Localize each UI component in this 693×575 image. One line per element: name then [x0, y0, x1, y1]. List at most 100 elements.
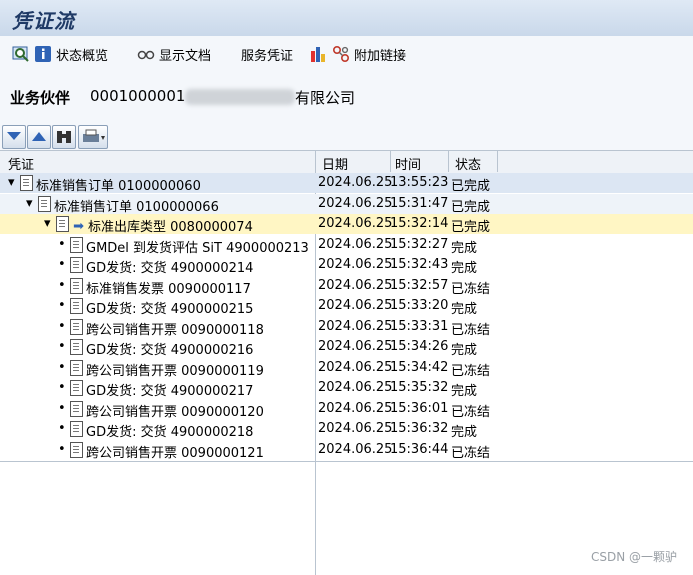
status-overview-icon: [12, 46, 29, 62]
row-date: 2024.06.25: [318, 339, 393, 354]
table-row[interactable]: ▾ 标准销售订单 0100000066 2024.06.25 15:31:47 已完成: [0, 193, 693, 215]
service-doc-label: 服务凭证: [241, 48, 294, 64]
table-row[interactable]: • GD发货: 交货 4900000214 2024.06.25 15:32:43 完成: [0, 255, 693, 276]
column-divider: [448, 150, 449, 172]
document-icon: [70, 298, 83, 316]
row-time: 15:32:27: [390, 236, 449, 252]
expand-toggle-icon[interactable]: ▾: [26, 196, 33, 211]
row-date: 2024.06.25: [318, 236, 393, 252]
row-time: 15:33:20: [390, 298, 449, 313]
document-flow-tree: 凭证 日期 时间 状态 ▾ 标准销售订单 0100000060 2024.06.25…: [0, 150, 693, 575]
row-status: 完成: [451, 343, 478, 358]
row-status: 已完成: [451, 199, 491, 215]
chart-icon: [311, 47, 325, 62]
application-toolbar: 状态概览 显示文档 服务凭证 附加链接: [0, 36, 693, 73]
document-icon: [70, 441, 83, 460]
document-description[interactable]: 标准销售订单 0100000060: [36, 175, 201, 194]
row-time: 13:55:23: [390, 175, 449, 190]
glasses-icon: [137, 50, 155, 60]
row-status: 已冻结: [451, 363, 491, 379]
status-overview-button[interactable]: 状态概览: [12, 44, 108, 64]
row-date: 2024.06.25: [318, 400, 393, 416]
row-status: 已冻结: [451, 445, 491, 461]
row-status: 完成: [451, 425, 478, 440]
column-header-status[interactable]: 状态: [455, 154, 481, 173]
document-description[interactable]: GMDel 到发货评估 SiT 4900000213: [86, 237, 309, 256]
document-description[interactable]: 标准销售发票 0090000117: [86, 278, 251, 297]
table-row[interactable]: ▾ 标准销售订单 0100000060 2024.06.25 13:55:23 已完成: [0, 173, 693, 194]
table-row[interactable]: • 跨公司销售开票 0090000119 2024.06.25 15:34:42 已冻结: [0, 358, 693, 379]
table-row[interactable]: • GMDel 到发货评估 SiT 4900000213 2024.06.25 15:…: [0, 235, 693, 256]
service-doc-button[interactable]: 服务凭证: [241, 44, 293, 64]
table-row[interactable]: • GD发货: 交货 4900000218 2024.06.25 15:36:32 完成: [0, 419, 693, 440]
document-description[interactable]: 标准销售订单 0100000066: [54, 196, 219, 215]
document-icon: [70, 359, 83, 378]
row-date: 2024.06.25: [318, 421, 393, 436]
print-button[interactable]: [78, 125, 108, 149]
column-header-document[interactable]: 凭证: [8, 154, 34, 173]
expand-all-button[interactable]: [2, 125, 26, 149]
display-doc-button[interactable]: 显示文档: [137, 44, 211, 64]
document-description[interactable]: GD发货: 交货 4900000218: [86, 421, 253, 440]
row-time: 15:36:32: [390, 421, 449, 436]
row-date: 2024.06.25: [318, 277, 393, 293]
business-partner-number: 0001000001: [90, 87, 186, 105]
row-time: 15:35:32: [390, 380, 449, 395]
bullet-icon: •: [58, 277, 66, 293]
table-row[interactable]: • 跨公司销售开票 0090000118 2024.06.25 15:33:31 已冻结: [0, 317, 693, 338]
bullet-icon: •: [58, 400, 66, 416]
document-description[interactable]: GD发货: 交货 4900000215: [86, 298, 253, 317]
table-row[interactable]: ▾ ➡ 标准出库类型 0080000074 2024.06.25 15:32:14 已完…: [0, 214, 693, 235]
expand-toggle-icon[interactable]: ▾: [8, 175, 15, 190]
document-description[interactable]: 跨公司销售开票 0090000121: [86, 442, 264, 461]
table-row[interactable]: • GD发货: 交货 4900000216 2024.06.25 15:34:26 完成: [0, 337, 693, 358]
document-icon: [38, 195, 51, 214]
table-row[interactable]: • 标准销售发票 0090000117 2024.06.25 15:32:57 已冻结: [0, 276, 693, 297]
document-description[interactable]: 跨公司销售开票 0090000119: [86, 360, 264, 379]
document-description[interactable]: 跨公司销售开票 0090000118: [86, 319, 264, 338]
table-row[interactable]: • 跨公司销售开票 0090000121 2024.06.25 15:36:44 已冻结: [0, 440, 693, 461]
row-time: 15:32:14: [390, 216, 449, 231]
row-date: 2024.06.25: [318, 380, 393, 395]
row-time: 15:31:47: [390, 195, 449, 211]
row-status: 已冻结: [451, 281, 491, 297]
row-status: 完成: [451, 240, 478, 256]
row-date: 2024.06.25: [318, 257, 393, 272]
document-icon: [70, 277, 83, 296]
document-description[interactable]: 跨公司销售开票 0090000120: [86, 401, 264, 420]
column-header-time[interactable]: 时间: [395, 154, 421, 173]
row-status: 已完成: [451, 179, 491, 194]
binoculars-icon: [57, 131, 71, 143]
document-description[interactable]: 标准出库类型 0080000074: [88, 216, 253, 235]
bullet-icon: •: [58, 380, 66, 395]
row-time: 15:34:26: [390, 339, 449, 354]
table-row[interactable]: • 跨公司销售开票 0090000120 2024.06.25 15:36:01 已冻结: [0, 399, 693, 420]
table-row[interactable]: • GD发货: 交货 4900000215 2024.06.25 15:33:20 完成: [0, 296, 693, 317]
attach-link-button[interactable]: 附加链接: [310, 44, 406, 64]
collapse-all-button[interactable]: [27, 125, 51, 149]
document-description[interactable]: GD发货: 交货 4900000216: [86, 339, 253, 358]
document-description[interactable]: GD发货: 交货 4900000214: [86, 257, 253, 276]
table-row[interactable]: • GD发货: 交货 4900000217 2024.06.25 15:35:32 完成: [0, 378, 693, 399]
row-date: 2024.06.25: [318, 216, 393, 231]
document-icon: [70, 257, 83, 275]
link-icon: [332, 45, 350, 63]
document-icon: [70, 236, 83, 255]
document-icon: [70, 318, 83, 337]
document-icon: ➡: [56, 216, 84, 234]
row-time: 15:32:43: [390, 257, 449, 272]
document-icon: [70, 339, 83, 357]
document-description[interactable]: GD发货: 交货 4900000217: [86, 380, 253, 399]
column-header-date[interactable]: 日期: [322, 154, 348, 173]
column-header-row: 凭证 日期 时间 状态: [0, 150, 693, 174]
find-button[interactable]: [52, 125, 76, 149]
row-date: 2024.06.25: [318, 441, 393, 457]
bullet-icon: •: [58, 359, 66, 375]
row-date: 2024.06.25: [318, 359, 393, 375]
expand-toggle-icon[interactable]: ▾: [44, 216, 51, 231]
document-icon: [70, 421, 83, 439]
title-bar: 凭证流: [0, 0, 693, 37]
bullet-icon: •: [58, 318, 66, 334]
tree-toolbar: [0, 122, 693, 150]
bullet-icon: •: [58, 421, 66, 436]
